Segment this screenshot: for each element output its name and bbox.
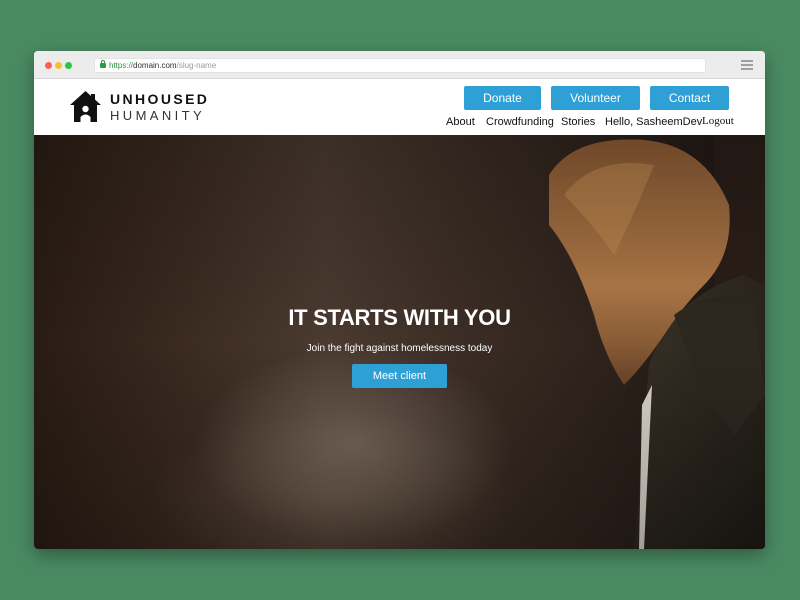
logout-link[interactable]: Logout	[702, 115, 734, 127]
nav-stories-link[interactable]: Stories	[561, 116, 595, 128]
url-host: domain.com	[133, 61, 177, 70]
site-logo[interactable]: UNHOUSED HUMANITY	[69, 90, 209, 124]
minimize-window-button[interactable]	[55, 62, 62, 69]
brand-name-bottom: HUMANITY	[110, 108, 206, 123]
volunteer-button[interactable]: Volunteer	[551, 86, 640, 110]
meet-client-button[interactable]: Meet client	[352, 364, 447, 388]
brand-name-top: UNHOUSED	[110, 91, 210, 107]
url-scheme: https://	[109, 61, 134, 70]
url-path: /slug-name	[176, 61, 217, 70]
browser-chrome: https://domain.com/slug-name	[34, 51, 765, 79]
hamburger-icon[interactable]	[741, 60, 753, 70]
hero-title: IT STARTS WITH YOU	[288, 305, 511, 330]
donate-button[interactable]: Donate	[464, 86, 541, 110]
user-greeting[interactable]: Hello, SasheemDev	[605, 116, 702, 128]
lock-icon	[100, 60, 106, 68]
hero-section: IT STARTS WITH YOU Join the fight agains…	[34, 135, 765, 549]
site-header: UNHOUSED HUMANITY Donate Volunteer Conta…	[34, 79, 765, 135]
close-window-button[interactable]	[45, 62, 52, 69]
hero-overlay	[34, 135, 765, 549]
address-bar[interactable]: https://domain.com/slug-name	[94, 58, 706, 73]
maximize-window-button[interactable]	[65, 62, 72, 69]
nav-crowdfunding-link[interactable]: Crowdfunding	[486, 116, 554, 128]
contact-button[interactable]: Contact	[650, 86, 729, 110]
nav-about-link[interactable]: About	[446, 116, 475, 128]
house-icon	[70, 91, 101, 122]
browser-window: https://domain.com/slug-name UNHOUSED HU…	[34, 51, 765, 549]
hero-subtitle: Join the fight against homelessness toda…	[306, 343, 493, 354]
